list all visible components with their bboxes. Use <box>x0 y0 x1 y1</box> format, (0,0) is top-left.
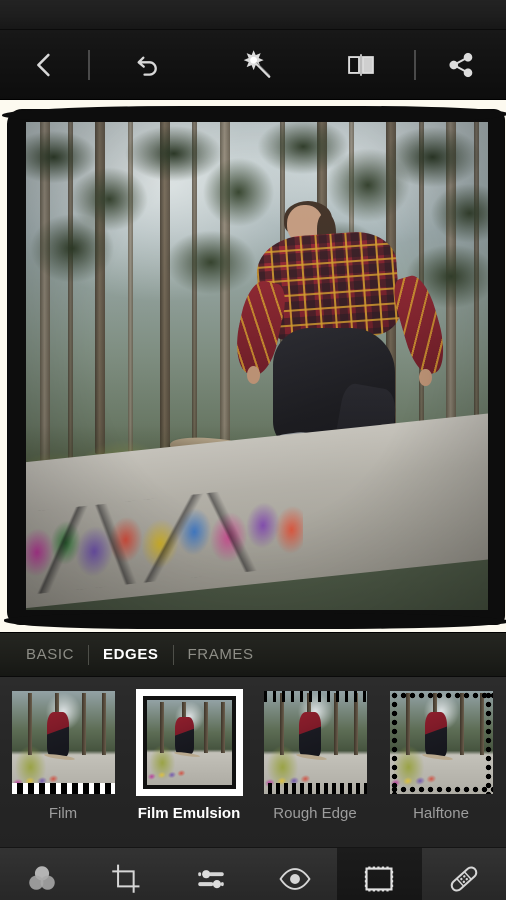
effect-category-tabs: BASIC EDGES FRAMES <box>0 632 506 677</box>
share-button[interactable] <box>416 30 506 100</box>
adjust-button[interactable] <box>169 848 253 900</box>
filter-item-film-emulsion[interactable]: Film Emulsion <box>126 691 252 822</box>
filter-thumbnail <box>137 691 241 794</box>
back-chevron-icon <box>29 50 59 80</box>
filter-thumbnail <box>389 691 493 794</box>
photo-canvas[interactable] <box>0 100 506 632</box>
effect-thumbnail-strip[interactable]: Film Film Emulsion Rough Edge Halftone <box>0 677 506 847</box>
auto-enhance-button[interactable] <box>206 30 308 100</box>
filter-label: Film <box>48 805 78 822</box>
back-button[interactable] <box>0 30 88 100</box>
filter-item-rough-edge[interactable]: Rough Edge <box>252 691 378 822</box>
bandage-icon <box>447 862 481 896</box>
preview-button[interactable] <box>253 848 337 900</box>
magic-wand-icon <box>243 49 274 82</box>
eye-icon <box>278 862 312 896</box>
borders-button[interactable] <box>337 848 422 900</box>
tab-edges[interactable]: EDGES <box>89 646 173 663</box>
app-screen: BASIC EDGES FRAMES Film Film Emulsion Ro… <box>0 0 506 900</box>
undo-icon <box>132 49 164 81</box>
before-after-compare-icon <box>344 48 378 82</box>
filter-label: Halftone <box>413 805 469 822</box>
status-bar <box>0 0 506 30</box>
looks-button[interactable] <box>0 848 84 900</box>
filter-item-film[interactable]: Film <box>0 691 126 822</box>
share-icon <box>446 50 476 80</box>
crop-button[interactable] <box>84 848 168 900</box>
filter-label: Film Emulsion <box>137 805 241 822</box>
action-bar <box>0 30 506 100</box>
crop-icon <box>109 862 143 896</box>
filter-thumbnail <box>263 691 367 794</box>
filter-thumbnail <box>11 691 115 794</box>
tab-basic[interactable]: BASIC <box>12 646 88 663</box>
color-circles-icon <box>29 865 55 890</box>
bottom-toolbar <box>0 847 506 900</box>
edited-photo <box>26 122 488 610</box>
heal-button[interactable] <box>422 848 506 900</box>
sliders-icon <box>198 869 224 888</box>
compare-button[interactable] <box>308 30 414 100</box>
filter-label: Rough Edge <box>273 805 357 822</box>
undo-button[interactable] <box>90 30 206 100</box>
tab-frames[interactable]: FRAMES <box>174 646 268 663</box>
frame-stamp-icon <box>365 866 394 891</box>
filter-item-halftone[interactable]: Halftone <box>378 691 504 822</box>
